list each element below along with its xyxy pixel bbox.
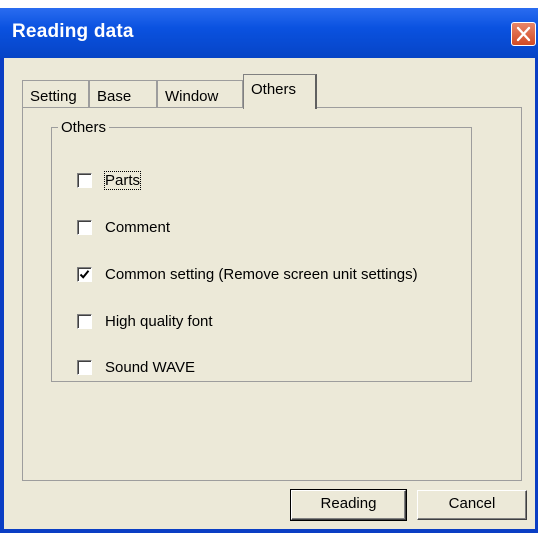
close-button[interactable] [511,22,536,46]
tab-panel-others: Others Parts Comment Common setting (Rem… [22,107,522,481]
high-quality-font-label: High quality font [105,313,213,330]
groupbox-label: Others [58,119,110,136]
title-bar[interactable]: Reading data [0,8,538,58]
cancel-button[interactable]: Cancel [417,490,527,520]
tab-others[interactable]: Others [243,74,317,109]
comment-checkbox[interactable] [77,220,92,235]
tab-setting[interactable]: Setting [22,80,89,108]
close-icon [516,26,531,42]
high-quality-font-checkbox[interactable] [77,314,92,329]
tab-base[interactable]: Base [89,80,157,108]
parts-checkbox[interactable] [77,173,92,188]
checkmark-icon [79,270,90,279]
dialog-window: Reading data Setting Base Window Others … [0,8,538,533]
others-groupbox: Others Parts Comment Common setting (Rem… [51,119,472,382]
sound-wave-checkbox[interactable] [77,360,92,375]
common-setting-label: Common setting (Remove screen unit setti… [105,266,418,283]
reading-button[interactable]: Reading [290,489,407,521]
sound-wave-label: Sound WAVE [105,359,196,376]
tab-window[interactable]: Window [157,80,243,108]
comment-label: Comment [105,219,171,236]
common-setting-checkbox[interactable] [77,267,92,282]
window-title: Reading data [12,21,134,42]
parts-label: Parts [103,171,142,190]
dialog-body: Setting Base Window Others Others Parts … [4,58,535,529]
